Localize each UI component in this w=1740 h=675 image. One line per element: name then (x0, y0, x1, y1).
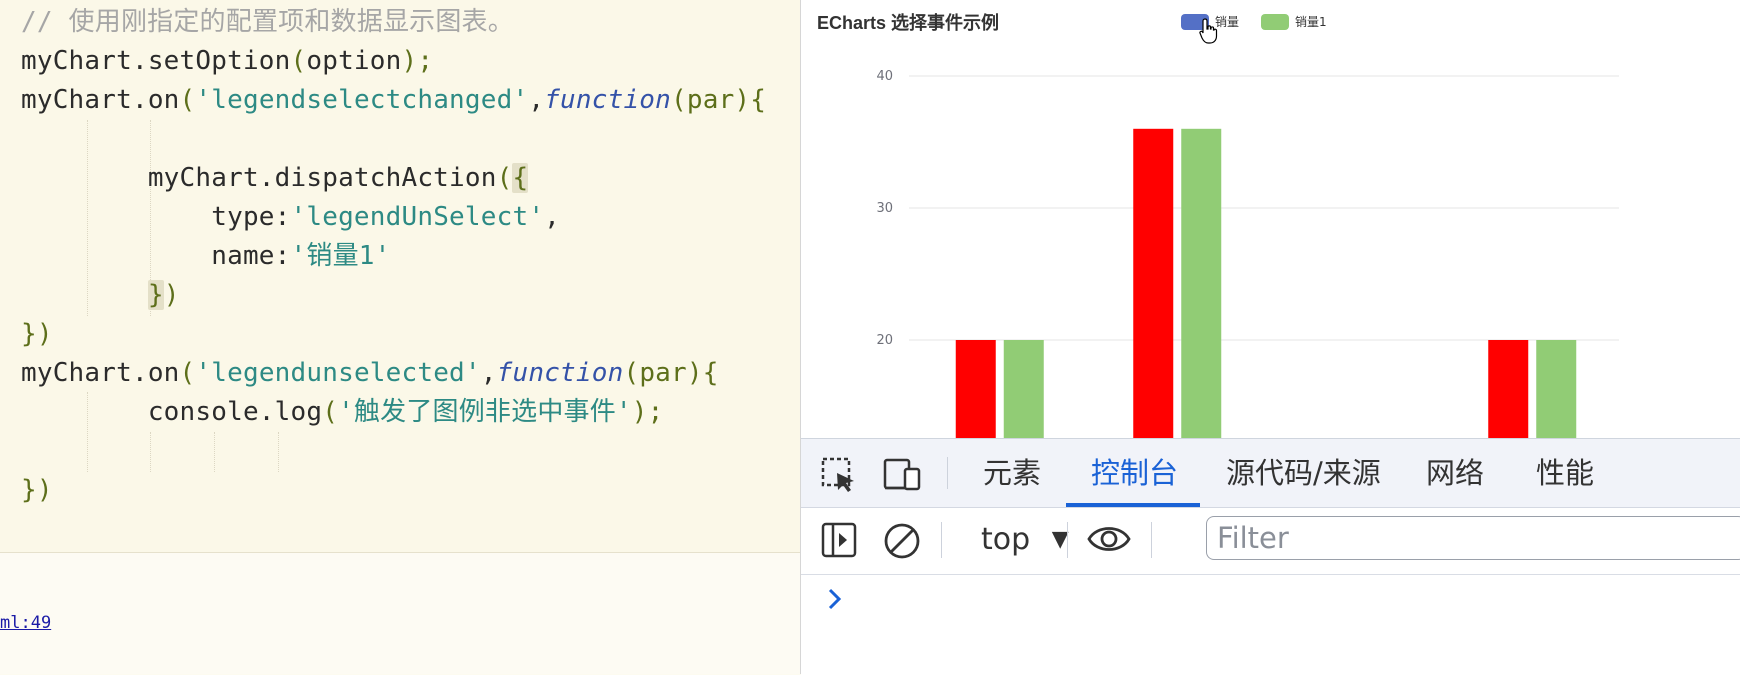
active-tab-indicator (1066, 503, 1200, 507)
tab-elements[interactable]: 元素 (983, 453, 1041, 493)
code-line: myChart.on('legendunselected',function(p… (21, 354, 719, 393)
indent-guide (150, 432, 151, 472)
y-tick-label: 40 (876, 69, 893, 84)
separator (1067, 522, 1068, 558)
code-token: ( (179, 85, 196, 115)
context-value: top (981, 522, 1031, 557)
code-token: , (480, 358, 497, 388)
live-expression-eye-icon[interactable] (1087, 523, 1131, 555)
code-token: ( (179, 358, 196, 388)
y-tick-label: 30 (876, 201, 893, 216)
separator (947, 457, 948, 489)
tab-performance[interactable]: 性能 (1536, 453, 1594, 493)
code-token: (par){ (623, 358, 719, 388)
code-line: }) (21, 315, 53, 354)
code-line: myChart.dispatchAction({ (21, 159, 529, 198)
context-select[interactable]: top ▼ (981, 519, 1069, 561)
tab-sources[interactable]: 源代码/来源 (1226, 453, 1381, 493)
code-token: // 使用刚指定的配置项和数据显示图表。 (21, 7, 514, 37)
console-toolbar: top ▼ (801, 508, 1740, 575)
code-token: function (496, 358, 624, 388)
code-line: name:'销量1' (21, 237, 390, 276)
bar-0-0[interactable] (955, 340, 996, 438)
code-token: option (306, 46, 402, 76)
code-token: '销量1' (290, 241, 391, 271)
code-editor[interactable]: // 使用刚指定的配置项和数据显示图表。 myChart.setOption(op… (0, 0, 800, 553)
code-token: 'legendselectchanged' (195, 85, 529, 115)
indent-guide (278, 432, 279, 472)
code-token: ) (163, 280, 180, 310)
browser-pane: ECharts 选择事件示例 销量 销量1 20 30 40 元素 控制台 源代… (800, 0, 1740, 675)
code-token: }) (21, 319, 53, 349)
chart-plot: 20 30 40 (876, 69, 1619, 438)
code-token: }) (21, 475, 53, 505)
y-tick-label: 20 (876, 333, 893, 348)
code-token: ); (631, 397, 664, 427)
code-token: } (147, 280, 164, 310)
code-token: function (544, 85, 672, 115)
code-token: 'legendUnSelect' (290, 202, 545, 232)
code-token: ( (496, 163, 513, 193)
code-line: myChart.on('legendselectchanged',functio… (21, 81, 766, 120)
clear-console-icon[interactable] (883, 522, 921, 560)
code-token: { (512, 163, 529, 193)
code-token: console.log (21, 397, 323, 427)
source-file-link[interactable]: ml:49 (0, 613, 51, 633)
code-token: 'legendunselected' (195, 358, 481, 388)
code-line: }) (21, 471, 53, 510)
tab-network[interactable]: 网络 (1426, 453, 1484, 493)
code-line: myChart.setOption(option); (21, 42, 433, 81)
indent-guide (214, 432, 215, 472)
inspect-element-icon[interactable] (821, 457, 857, 493)
separator (1151, 522, 1152, 558)
code-token: '触发了图例非选中事件' (338, 397, 632, 427)
device-toolbar-icon[interactable] (883, 457, 923, 491)
editor-output-pane: ml:49 (0, 553, 800, 674)
code-token: , (528, 85, 545, 115)
separator (941, 522, 942, 558)
code-line: console.log('触发了图例非选中事件'); (21, 393, 664, 432)
code-token: myChart.on (21, 85, 180, 115)
code-token: type: (21, 202, 291, 232)
devtools-tabbar: 元素 控制台 源代码/来源 网络 性能 (801, 439, 1740, 508)
code-line: type:'legendUnSelect', (21, 198, 560, 237)
tab-console[interactable]: 控制台 (1091, 453, 1178, 493)
bar-0-1[interactable] (1133, 128, 1174, 438)
code-token: name: (21, 241, 291, 271)
code-token: ( (290, 46, 307, 76)
code-line: }) (21, 276, 180, 315)
bar-1-1[interactable] (1181, 128, 1222, 438)
devtools-panel: 元素 控制台 源代码/来源 网络 性能 top ▼ (801, 438, 1740, 675)
filter-input[interactable] (1206, 516, 1740, 560)
code-token: , (544, 202, 561, 232)
sidebar-toggle-icon[interactable] (821, 522, 857, 558)
bar-1-3[interactable] (1536, 340, 1577, 438)
console-prompt-chevron-icon[interactable] (827, 587, 843, 611)
code-token: (par){ (671, 85, 767, 115)
bar-1-0[interactable] (1003, 340, 1044, 438)
code-token: myChart.dispatchAction (21, 163, 497, 193)
code-token: myChart.on (21, 358, 180, 388)
code-token: ); (401, 46, 434, 76)
code-line: // 使用刚指定的配置项和数据显示图表。 (21, 3, 514, 42)
echarts-chart: ECharts 选择事件示例 销量 销量1 20 30 40 (801, 0, 1740, 438)
code-token: myChart.setOption (21, 46, 291, 76)
code-token: ( (322, 397, 339, 427)
bar-0-3[interactable] (1488, 340, 1529, 438)
hand-cursor-icon (1199, 18, 1218, 44)
